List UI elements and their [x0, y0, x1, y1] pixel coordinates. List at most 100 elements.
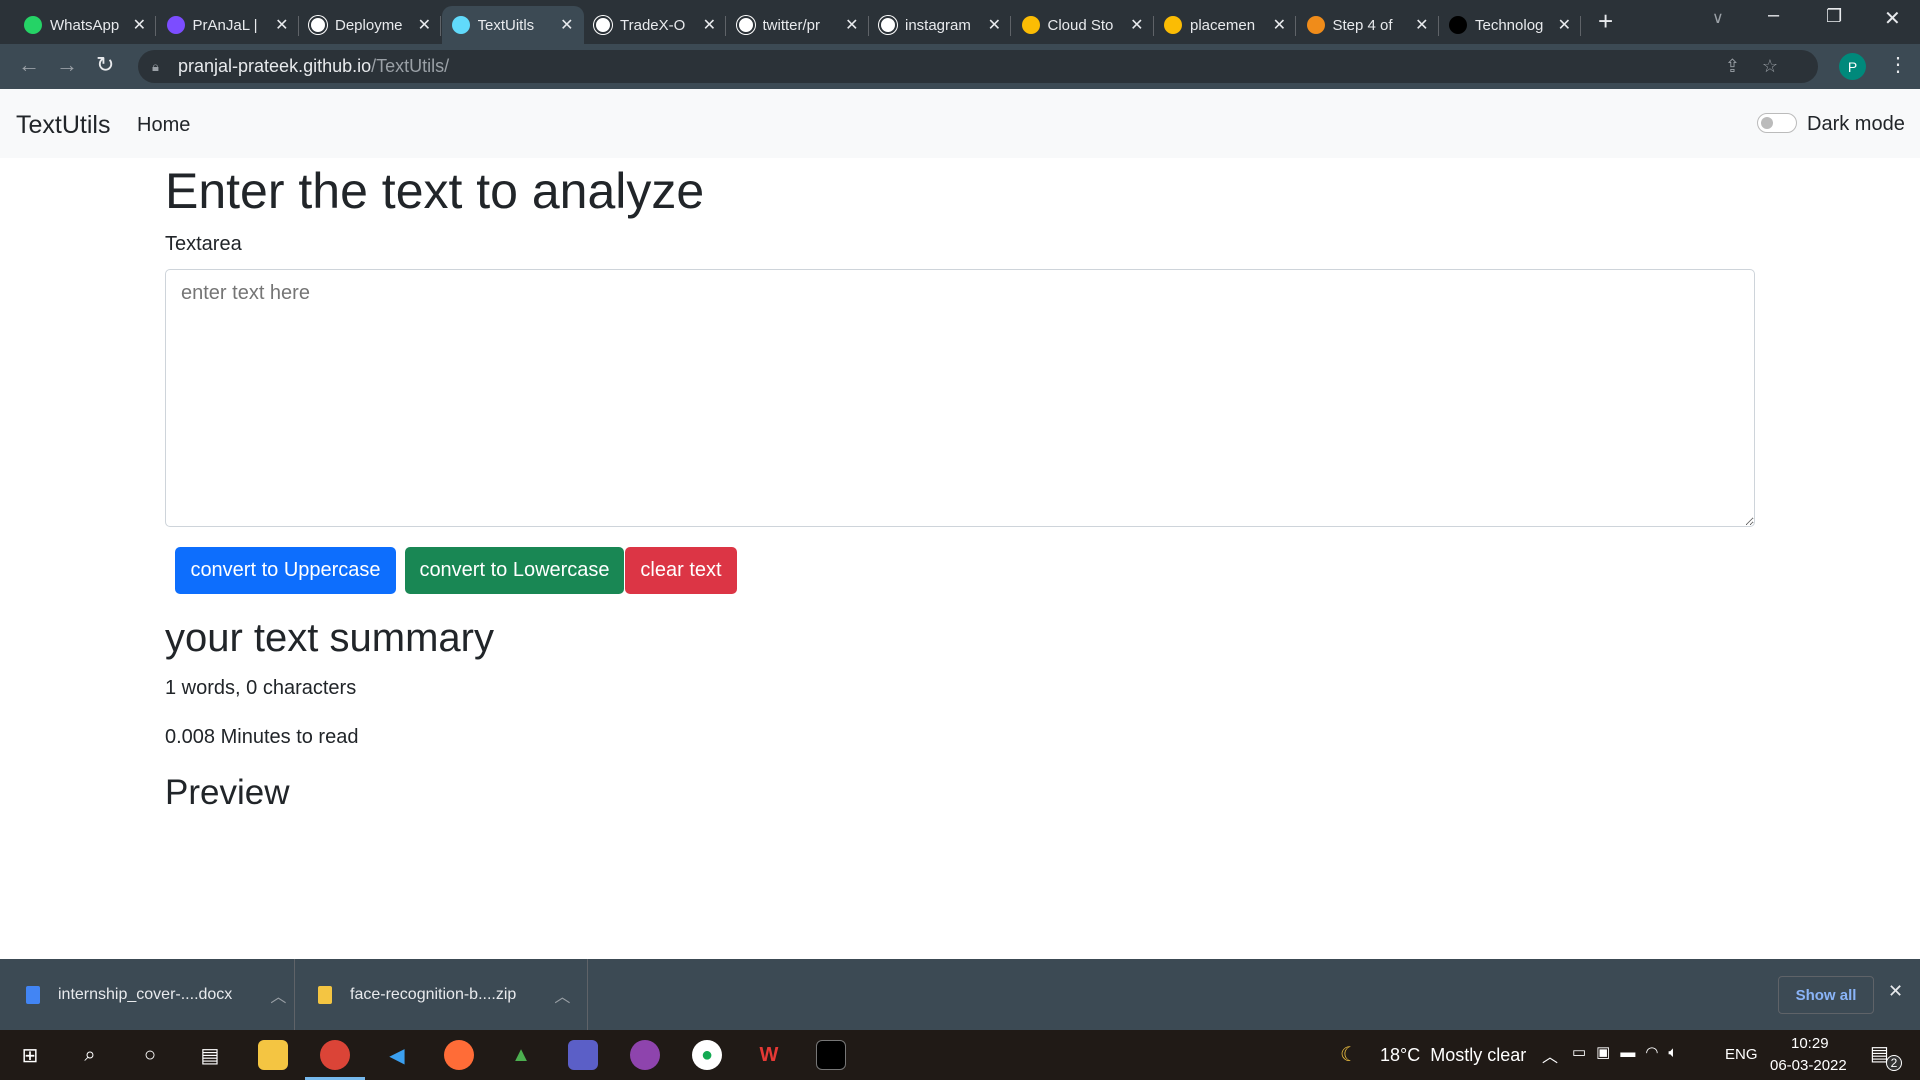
- tray-icons[interactable]: ▭▣▬◠🔈︎: [1572, 1043, 1687, 1061]
- tab-textuitls[interactable]: TextUitls ✕: [441, 6, 584, 44]
- close-tab-icon[interactable]: ✕: [275, 15, 288, 35]
- wps-office-icon[interactable]: W: [754, 1040, 784, 1070]
- page-title: Enter the text to analyze: [165, 163, 705, 219]
- clock-date[interactable]: 06-03-2022: [1770, 1057, 1847, 1074]
- tab-title: instagram: [905, 16, 971, 34]
- tab-title: Step 4 of: [1332, 16, 1393, 34]
- teams-icon[interactable]: [568, 1040, 598, 1070]
- m-icon: [1306, 16, 1325, 34]
- tab-title: Deployme: [335, 16, 403, 34]
- tab-title: placemen: [1190, 16, 1256, 34]
- lock-icon: 🔒︎: [152, 58, 159, 74]
- minimize-button[interactable]: –: [1768, 4, 1779, 27]
- zip-file-icon: [318, 985, 332, 1004]
- taskbar: ⊞ ⌕ ○ ▤ ◀ ▲ ● W ☾ 18°C Mostly clear ︿ ▭▣…: [0, 1030, 1920, 1080]
- tab-title: Technolog: [1475, 16, 1544, 34]
- text-input[interactable]: [165, 269, 1755, 527]
- chrome-icon[interactable]: [320, 1040, 350, 1070]
- google-icon: [879, 16, 897, 34]
- tab-technolog[interactable]: Technolog ✕: [1439, 6, 1581, 44]
- tab-title: Cloud Sto: [1047, 16, 1114, 34]
- close-download-bar-icon[interactable]: ✕: [1888, 981, 1903, 1002]
- mongodb-icon[interactable]: ●: [692, 1040, 722, 1070]
- vscode-icon[interactable]: ◀: [382, 1040, 412, 1070]
- download-bar: internship_cover-....docx ︿ face-recogni…: [0, 959, 1920, 1030]
- uppercase-button[interactable]: convert to Uppercase: [175, 547, 396, 594]
- chevron-up-icon[interactable]: ︿: [554, 983, 570, 1007]
- postman-icon[interactable]: [444, 1040, 474, 1070]
- bookmark-star-icon[interactable]: ☆: [1762, 56, 1778, 77]
- tab-pranjal[interactable]: PrAnJaL | ✕: [157, 6, 299, 44]
- notification-count: 2: [1886, 1055, 1902, 1071]
- search-icon[interactable]: ⌕: [75, 1040, 105, 1070]
- tab-search-icon[interactable]: ∨: [1712, 8, 1724, 28]
- address-bar[interactable]: 🔒︎ pranjal-prateek.github.io/TextUtils/ …: [138, 50, 1818, 83]
- close-tab-icon[interactable]: ✕: [1558, 15, 1571, 35]
- docx-file-icon: [26, 985, 40, 1004]
- close-tab-icon[interactable]: ✕: [703, 15, 716, 35]
- close-tab-icon[interactable]: ✕: [988, 15, 1001, 35]
- close-tab-icon[interactable]: ✕: [845, 15, 858, 35]
- tech-icon: [1449, 16, 1467, 34]
- tab-step-4-of[interactable]: Step 4 of ✕: [1297, 6, 1439, 44]
- tab-instagram[interactable]: instagram ✕: [869, 6, 1011, 44]
- github-icon: [309, 16, 327, 34]
- moon-weather-icon: ☾: [1340, 1044, 1358, 1066]
- github-desktop-icon[interactable]: [630, 1040, 660, 1070]
- back-icon[interactable]: ←: [18, 52, 40, 78]
- download-item[interactable]: face-recognition-b....zip ︿: [296, 959, 588, 1030]
- share-icon[interactable]: ⇪: [1725, 56, 1740, 77]
- menu-icon[interactable]: ⋮: [1888, 52, 1908, 77]
- react-icon: [451, 16, 470, 34]
- rocket-app-icon[interactable]: ▲: [506, 1040, 536, 1070]
- close-tab-icon[interactable]: ✕: [418, 15, 431, 35]
- forward-icon[interactable]: →: [56, 52, 78, 78]
- restore-button[interactable]: ❐: [1826, 6, 1842, 27]
- url-host: pranjal-prateek.github.io: [178, 56, 372, 76]
- dark-mode-label: Dark mode: [1807, 113, 1905, 135]
- tray-chevron-icon[interactable]: ︿: [1542, 1043, 1558, 1067]
- chevron-up-icon[interactable]: ︿: [270, 983, 286, 1007]
- weather-text[interactable]: 18°C Mostly clear: [1380, 1045, 1526, 1066]
- tab-cloud-sto[interactable]: Cloud Sto ✕: [1012, 6, 1154, 44]
- reload-icon[interactable]: ↻: [96, 52, 114, 78]
- tab-tradex-o[interactable]: TradeX-O ✕: [584, 6, 726, 44]
- profile-avatar[interactable]: P: [1839, 53, 1866, 80]
- tab-title: WhatsApp: [50, 16, 120, 34]
- download-item[interactable]: internship_cover-....docx ︿: [0, 959, 295, 1030]
- summary-heading: your text summary: [165, 616, 494, 660]
- tab-whatsapp[interactable]: WhatsApp ✕: [14, 6, 156, 44]
- globe-icon: [594, 16, 612, 34]
- preview-heading: Preview: [165, 773, 290, 812]
- close-tab-icon[interactable]: ✕: [1415, 15, 1428, 35]
- lowercase-button[interactable]: convert to Lowercase: [405, 547, 624, 594]
- profile-icon: [166, 16, 185, 34]
- tab-deployme[interactable]: Deployme ✕: [299, 6, 441, 44]
- task-view-icon[interactable]: ▤: [195, 1040, 225, 1070]
- cortana-icon[interactable]: ○: [135, 1040, 165, 1070]
- tab-title: TextUitls: [477, 16, 535, 34]
- google-icon: [736, 16, 755, 34]
- close-tab-icon[interactable]: ✕: [560, 15, 573, 35]
- nav-home[interactable]: Home: [137, 114, 190, 137]
- download-filename: face-recognition-b....zip: [350, 985, 517, 1003]
- dark-mode-toggle[interactable]: [1757, 113, 1797, 133]
- close-tab-icon[interactable]: ✕: [1273, 15, 1286, 35]
- new-tab-button[interactable]: +: [1598, 6, 1613, 37]
- close-tab-icon[interactable]: ✕: [1130, 15, 1143, 35]
- drive-icon: [1164, 16, 1182, 34]
- clock-time[interactable]: 10:29: [1791, 1035, 1829, 1052]
- terminal-icon[interactable]: [816, 1040, 846, 1070]
- download-filename: internship_cover-....docx: [58, 985, 233, 1003]
- file-explorer-icon[interactable]: [258, 1040, 288, 1070]
- show-all-button[interactable]: Show all: [1778, 976, 1874, 1014]
- tab-placemen[interactable]: placemen ✕: [1154, 6, 1296, 44]
- tab-title: twitter/pr: [762, 16, 821, 34]
- tab-twitter-pr[interactable]: twitter/pr ✕: [727, 6, 869, 44]
- close-tab-icon[interactable]: ✕: [133, 15, 146, 35]
- clear-text-button[interactable]: clear text: [625, 547, 737, 594]
- close-window-button[interactable]: ✕: [1884, 6, 1901, 31]
- language-indicator[interactable]: ENG: [1725, 1046, 1758, 1063]
- windows-start-icon[interactable]: ⊞: [15, 1040, 45, 1070]
- brand[interactable]: TextUtils: [16, 111, 110, 140]
